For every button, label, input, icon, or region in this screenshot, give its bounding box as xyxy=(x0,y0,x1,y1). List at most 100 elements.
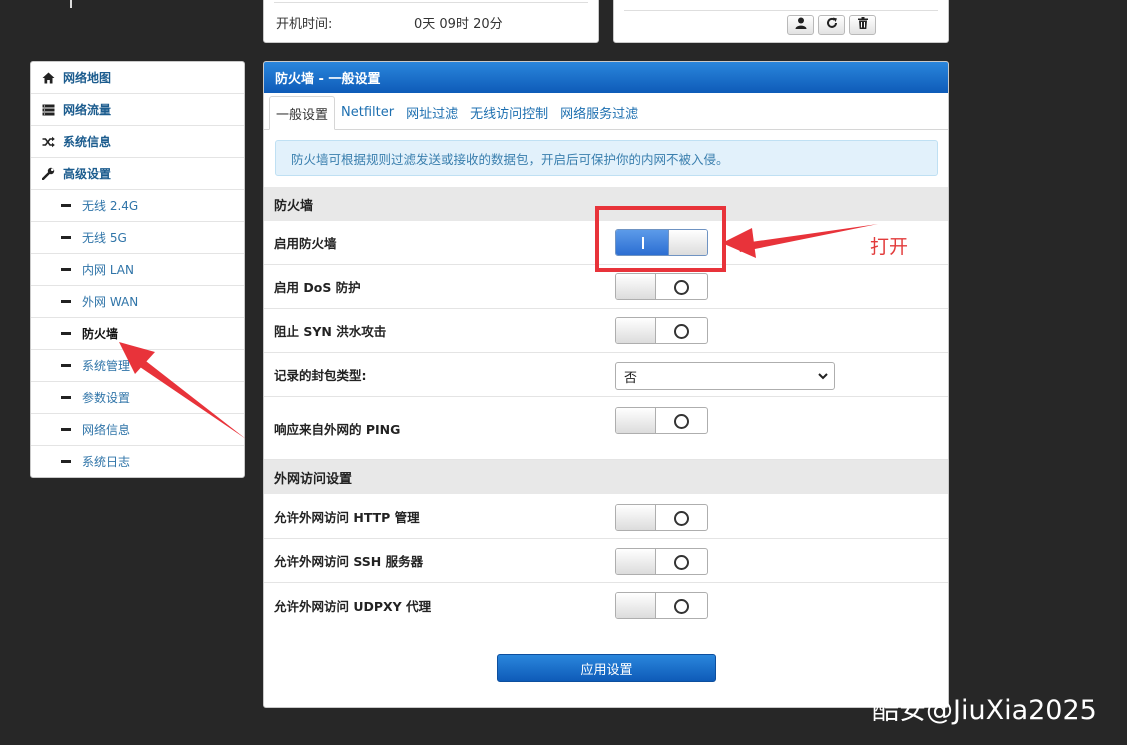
watermark-text: 酷安@JiuXia2025 xyxy=(872,695,1097,726)
sidebar-subitem-label: 无线 2.4G xyxy=(82,199,139,213)
setting-row-syn: 阻止 SYN 洪水攻击 xyxy=(264,309,948,353)
sidebar-subitem-label: 系统管理 xyxy=(82,359,131,373)
refresh-button[interactable] xyxy=(818,15,845,35)
wan-udpxy-toggle[interactable] xyxy=(615,592,708,619)
setting-label: 记录的封包类型: xyxy=(274,368,367,383)
dash-icon xyxy=(61,300,71,303)
sidebar-item-label: 高级设置 xyxy=(63,167,112,181)
list-icon xyxy=(41,103,55,117)
wan-http-toggle[interactable] xyxy=(615,504,708,531)
uptime-label: 开机时间: xyxy=(276,17,333,32)
log-type-select[interactable]: 否 xyxy=(615,362,835,390)
chevron-down-icon xyxy=(818,370,828,385)
info-alert: 防火墙可根据规则过滤发送或接收的数据包，开启后可保护你的内网不被入侵。 xyxy=(275,140,938,176)
toggle-off-mark xyxy=(674,555,689,570)
sidebar-item-label: 网络地图 xyxy=(63,71,112,85)
tab-service-filter[interactable]: 网络服务过滤 xyxy=(554,95,644,129)
setting-label: 启用防火墙 xyxy=(274,236,337,251)
dos-protection-toggle[interactable] xyxy=(615,273,708,300)
setting-label: 允许外网访问 HTTP 管理 xyxy=(274,510,420,525)
sidebar-subitem-wifi-24g[interactable]: 无线 2.4G xyxy=(31,190,244,222)
tab-url-filter[interactable]: 网址过滤 xyxy=(400,95,464,129)
toggle-handle xyxy=(616,505,656,530)
page-title: 防火墙 - 一般设置 xyxy=(264,62,948,93)
dash-icon xyxy=(61,428,71,431)
toggle-off-mark xyxy=(674,280,689,295)
sidebar-subitem-system-admin[interactable]: 系统管理 xyxy=(31,350,244,382)
divider xyxy=(274,2,588,3)
sidebar-item-label: 系统信息 xyxy=(63,135,112,149)
sidebar-subitem-label: 网络信息 xyxy=(82,423,131,437)
toggle-handle xyxy=(616,549,656,574)
toggle-off-mark xyxy=(674,324,689,339)
sidebar-subitem-wan[interactable]: 外网 WAN xyxy=(31,286,244,318)
toggle-off-mark xyxy=(674,414,689,429)
sidebar-subitem-lan[interactable]: 内网 LAN xyxy=(31,254,244,286)
sidebar-subitem-label: 无线 5G xyxy=(82,231,127,245)
wrench-icon xyxy=(41,167,55,181)
user-icon xyxy=(795,17,807,33)
sidebar-item-traffic[interactable]: 网络流量 xyxy=(31,94,244,126)
wan-ssh-toggle[interactable] xyxy=(615,548,708,575)
client-actions-panel xyxy=(613,0,949,43)
sidebar-subitem-wifi-5g[interactable]: 无线 5G xyxy=(31,222,244,254)
toggle-off-mark xyxy=(674,599,689,614)
sidebar-subitem-system-log[interactable]: 系统日志 xyxy=(31,446,244,477)
divider xyxy=(624,10,938,11)
sidebar-subitem-label: 外网 WAN xyxy=(82,295,139,309)
refresh-icon xyxy=(826,17,838,33)
syn-flood-toggle[interactable] xyxy=(615,317,708,344)
dash-icon xyxy=(61,236,71,239)
sidebar-item-advanced[interactable]: 高级设置 xyxy=(31,158,244,190)
trash-icon xyxy=(857,17,869,33)
setting-row-udpxy: 允许外网访问 UDPXY 代理 xyxy=(264,583,948,627)
annotation-label: 打开 xyxy=(870,236,909,258)
sidebar-subitem-label: 参数设置 xyxy=(82,391,131,405)
shuffle-icon xyxy=(41,135,55,149)
select-value: 否 xyxy=(624,370,638,386)
sidebar-subitem-params[interactable]: 参数设置 xyxy=(31,382,244,414)
setting-label: 允许外网访问 SSH 服务器 xyxy=(274,554,424,569)
status-panel: 开机时间: 0天 09时 20分 xyxy=(263,0,599,43)
ping-response-toggle[interactable] xyxy=(615,407,708,434)
dash-icon xyxy=(61,364,71,367)
toggle-off-mark xyxy=(674,511,689,526)
sidebar-subitem-firewall[interactable]: 防火墙 xyxy=(31,318,244,350)
uptime-value: 0天 09时 20分 xyxy=(414,17,503,32)
tab-netfilter[interactable]: Netfilter xyxy=(335,95,400,129)
sidebar: 网络地图 网络流量 系统信息 高级设置 无线 2.4G 无线 5G 内网 LAN… xyxy=(30,61,245,478)
apply-settings-button[interactable]: 应用设置 xyxy=(497,654,716,682)
firewall-settings-panel: 防火墙 - 一般设置 一般设置 Netfilter 网址过滤 无线访问控制 网络… xyxy=(263,61,949,708)
sidebar-subitem-label: 防火墙 xyxy=(82,327,119,341)
home-icon xyxy=(41,71,55,85)
sidebar-item-system-info[interactable]: 系统信息 xyxy=(31,126,244,158)
setting-label: 启用 DoS 防护 xyxy=(274,280,361,295)
section-header-wan-access: 外网访问设置 xyxy=(264,460,948,494)
setting-label: 响应来自外网的 PING xyxy=(274,421,401,437)
delete-button[interactable] xyxy=(849,15,876,35)
sidebar-item-network-map[interactable]: 网络地图 xyxy=(31,62,244,94)
tab-general[interactable]: 一般设置 xyxy=(269,96,336,130)
tab-bar: 一般设置 Netfilter 网址过滤 无线访问控制 网络服务过滤 xyxy=(264,93,948,130)
dash-icon xyxy=(61,460,71,463)
toggle-handle xyxy=(616,593,656,618)
toggle-handle xyxy=(616,318,656,343)
setting-label: 允许外网访问 UDPXY 代理 xyxy=(274,598,432,614)
user-button[interactable] xyxy=(787,15,814,35)
dash-icon xyxy=(61,332,71,335)
sidebar-subitem-network-info[interactable]: 网络信息 xyxy=(31,414,244,446)
sidebar-item-label: 网络流量 xyxy=(63,103,112,117)
toggle-handle xyxy=(616,408,656,433)
setting-row-http: 允许外网访问 HTTP 管理 xyxy=(264,495,948,539)
sidebar-subitem-label: 内网 LAN xyxy=(82,263,134,277)
setting-label: 阻止 SYN 洪水攻击 xyxy=(274,324,387,339)
sidebar-subitem-label: 系统日志 xyxy=(82,455,131,469)
window-edge-mark xyxy=(70,0,72,8)
setting-row-ping: 响应来自外网的 PING xyxy=(264,397,948,460)
dash-icon xyxy=(61,204,71,207)
dash-icon xyxy=(61,268,71,271)
tab-wireless-access-control[interactable]: 无线访问控制 xyxy=(464,95,554,129)
dash-icon xyxy=(61,396,71,399)
toggle-handle xyxy=(616,274,656,299)
annotation-highlight-box xyxy=(595,206,726,272)
